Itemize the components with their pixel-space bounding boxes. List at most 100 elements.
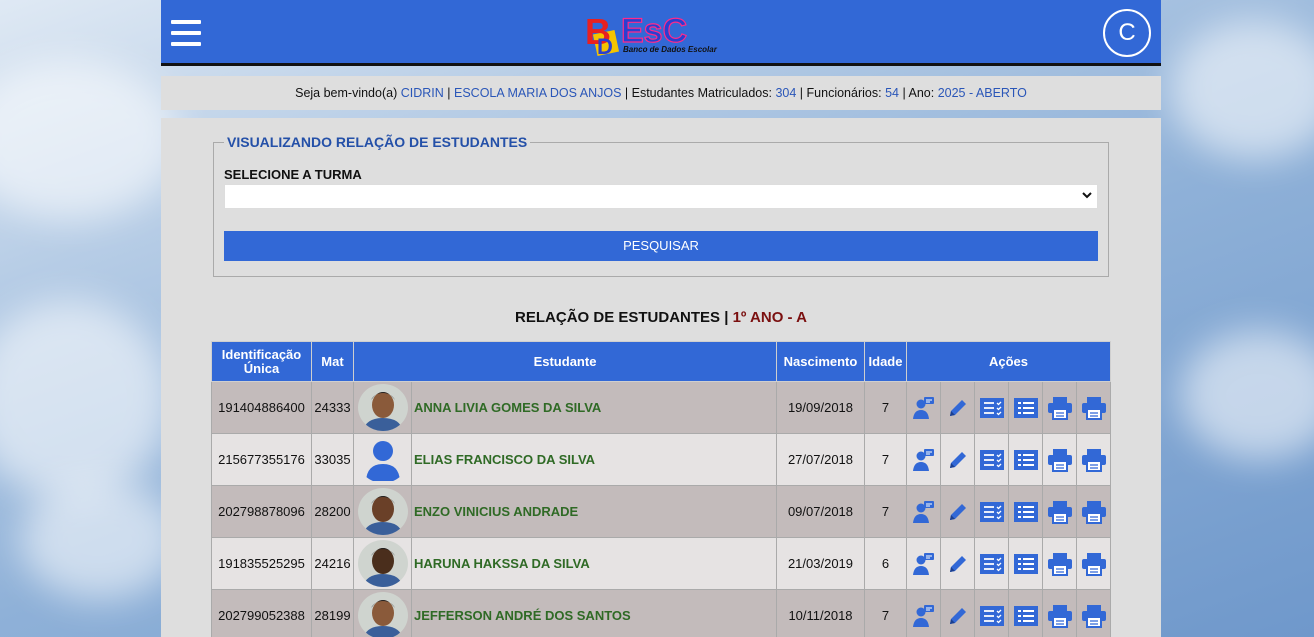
list-check-icon[interactable]	[974, 381, 1009, 434]
turma-select[interactable]	[224, 184, 1098, 209]
welcome-label: Seja bem-vindo(a)	[295, 86, 398, 100]
cell-birth: 27/07/2018	[776, 433, 865, 486]
main-panel: VISUALIZANDO RELAÇÃO DE ESTUDANTES SELEC…	[161, 118, 1161, 637]
printer-alt-icon[interactable]	[1076, 381, 1111, 434]
school-name: ESCOLA MARIA DOS ANJOS	[454, 86, 622, 100]
turma-select-label: SELECIONE A TURMA	[224, 167, 362, 182]
background-cloud	[20, 480, 180, 600]
student-photo	[357, 384, 408, 431]
grid-list-icon[interactable]	[1008, 485, 1043, 538]
cell-id: 202799052388	[211, 589, 312, 637]
cell-photo	[353, 433, 412, 486]
cell-id: 215677355176	[211, 433, 312, 486]
cell-birth: 21/03/2019	[776, 537, 865, 590]
printer-icon[interactable]	[1042, 485, 1077, 538]
printer-icon[interactable]	[1042, 589, 1077, 637]
grid-list-icon[interactable]	[1008, 589, 1043, 637]
student-message-icon[interactable]	[906, 433, 941, 486]
cell-student-name[interactable]: ANNA LIVIA GOMES DA SILVA	[411, 381, 777, 434]
cell-photo	[353, 485, 412, 538]
cell-birth: 09/07/2018	[776, 485, 865, 538]
list-title-text: RELAÇÃO DE ESTUDANTES	[515, 309, 721, 326]
info-bar: Seja bem-vindo(a) CIDRIN | ESCOLA MARIA …	[161, 76, 1161, 110]
table-row: 215677355176 33035 ELIAS FRANCISCO DA SIL…	[211, 433, 1111, 486]
grid-list-icon[interactable]	[1008, 433, 1043, 486]
background-cloud	[1170, 20, 1314, 160]
list-title: RELAÇÃO DE ESTUDANTES | 1º ANO - A	[161, 309, 1161, 326]
printer-alt-icon[interactable]	[1076, 433, 1111, 486]
cell-age: 7	[864, 485, 907, 538]
header-age: Idade	[864, 341, 907, 382]
list-check-icon[interactable]	[974, 537, 1009, 590]
cell-student-name[interactable]: ENZO VINICIUS ANDRADE	[411, 485, 777, 538]
list-title-separator: |	[724, 309, 729, 326]
grid-list-icon[interactable]	[1008, 537, 1043, 590]
student-message-icon[interactable]	[906, 589, 941, 637]
students-label: Estudantes Matriculados:	[631, 86, 772, 100]
pencil-icon[interactable]	[940, 537, 975, 590]
cell-id: 191404886400	[211, 381, 312, 434]
cell-mat: 24216	[311, 537, 354, 590]
filter-legend: VISUALIZANDO RELAÇÃO DE ESTUDANTES	[227, 134, 528, 150]
year-value: 2025 - ABERTO	[937, 86, 1027, 100]
header-id: Identificação Única	[211, 341, 312, 382]
printer-icon[interactable]	[1042, 433, 1077, 486]
cell-birth: 19/09/2018	[776, 381, 865, 434]
grid-list-icon[interactable]	[1008, 381, 1043, 434]
header-student: Estudante	[353, 341, 777, 382]
cell-age: 7	[864, 381, 907, 434]
printer-icon[interactable]	[1042, 381, 1077, 434]
cell-student-name[interactable]: HARUNA HAKSSA DA SILVA	[411, 537, 777, 590]
cell-student-name[interactable]: JEFFERSON ANDRÉ DOS SANTOS	[411, 589, 777, 637]
list-check-icon[interactable]	[974, 433, 1009, 486]
chevron-down-icon	[1081, 188, 1093, 205]
background-cloud	[1180, 330, 1314, 460]
cell-mat: 33035	[311, 433, 354, 486]
printer-icon[interactable]	[1042, 537, 1077, 590]
cell-photo	[353, 381, 412, 434]
pencil-icon[interactable]	[940, 589, 975, 637]
student-photo	[357, 592, 408, 637]
list-check-icon[interactable]	[974, 589, 1009, 637]
filter-fieldset: VISUALIZANDO RELAÇÃO DE ESTUDANTES SELEC…	[213, 134, 1109, 277]
staff-label: Funcionários:	[806, 86, 882, 100]
cell-photo	[353, 537, 412, 590]
avatar-placeholder-icon	[358, 436, 408, 483]
printer-alt-icon[interactable]	[1076, 485, 1111, 538]
cell-student-name[interactable]: ELIAS FRANCISCO DA SILVA	[411, 433, 777, 486]
student-photo	[357, 488, 408, 535]
svg-text:D: D	[597, 34, 613, 58]
pencil-icon[interactable]	[940, 485, 975, 538]
menu-icon[interactable]	[171, 20, 201, 46]
cell-mat: 28199	[311, 589, 354, 637]
list-check-icon[interactable]	[974, 485, 1009, 538]
student-message-icon[interactable]	[906, 381, 941, 434]
cell-photo	[353, 589, 412, 637]
cell-age: 6	[864, 537, 907, 590]
logo: B D EsC Banco de Dados Escolar	[585, 8, 721, 59]
logo-subtitle: Banco de Dados Escolar	[623, 45, 717, 54]
printer-alt-icon[interactable]	[1076, 589, 1111, 637]
cell-id: 202798878096	[211, 485, 312, 538]
student-message-icon[interactable]	[906, 537, 941, 590]
user-circle-button[interactable]: C	[1103, 9, 1151, 57]
table-row: 191835525295 24216 HARUNA HAKSSA DA SILVA…	[211, 537, 1111, 590]
top-bar: B D EsC Banco de Dados Escolar C	[161, 0, 1161, 66]
student-message-icon[interactable]	[906, 485, 941, 538]
cell-age: 7	[864, 589, 907, 637]
search-button[interactable]: PESQUISAR	[224, 231, 1098, 261]
table-header-row: Identificação Única Mat Estudante Nascim…	[211, 341, 1111, 382]
pencil-icon[interactable]	[940, 381, 975, 434]
year-label: Ano:	[908, 86, 935, 100]
students-count: 304	[775, 86, 797, 100]
cell-id: 191835525295	[211, 537, 312, 590]
header-birth: Nascimento	[776, 341, 865, 382]
cell-mat: 24333	[311, 381, 354, 434]
cell-mat: 28200	[311, 485, 354, 538]
pencil-icon[interactable]	[940, 433, 975, 486]
cell-birth: 10/11/2018	[776, 589, 865, 637]
user-name: CIDRIN	[400, 86, 444, 100]
student-photo	[357, 540, 408, 587]
printer-alt-icon[interactable]	[1076, 537, 1111, 590]
table-row: 202799052388 28199 JEFFERSON ANDRÉ DOS SA…	[211, 589, 1111, 637]
